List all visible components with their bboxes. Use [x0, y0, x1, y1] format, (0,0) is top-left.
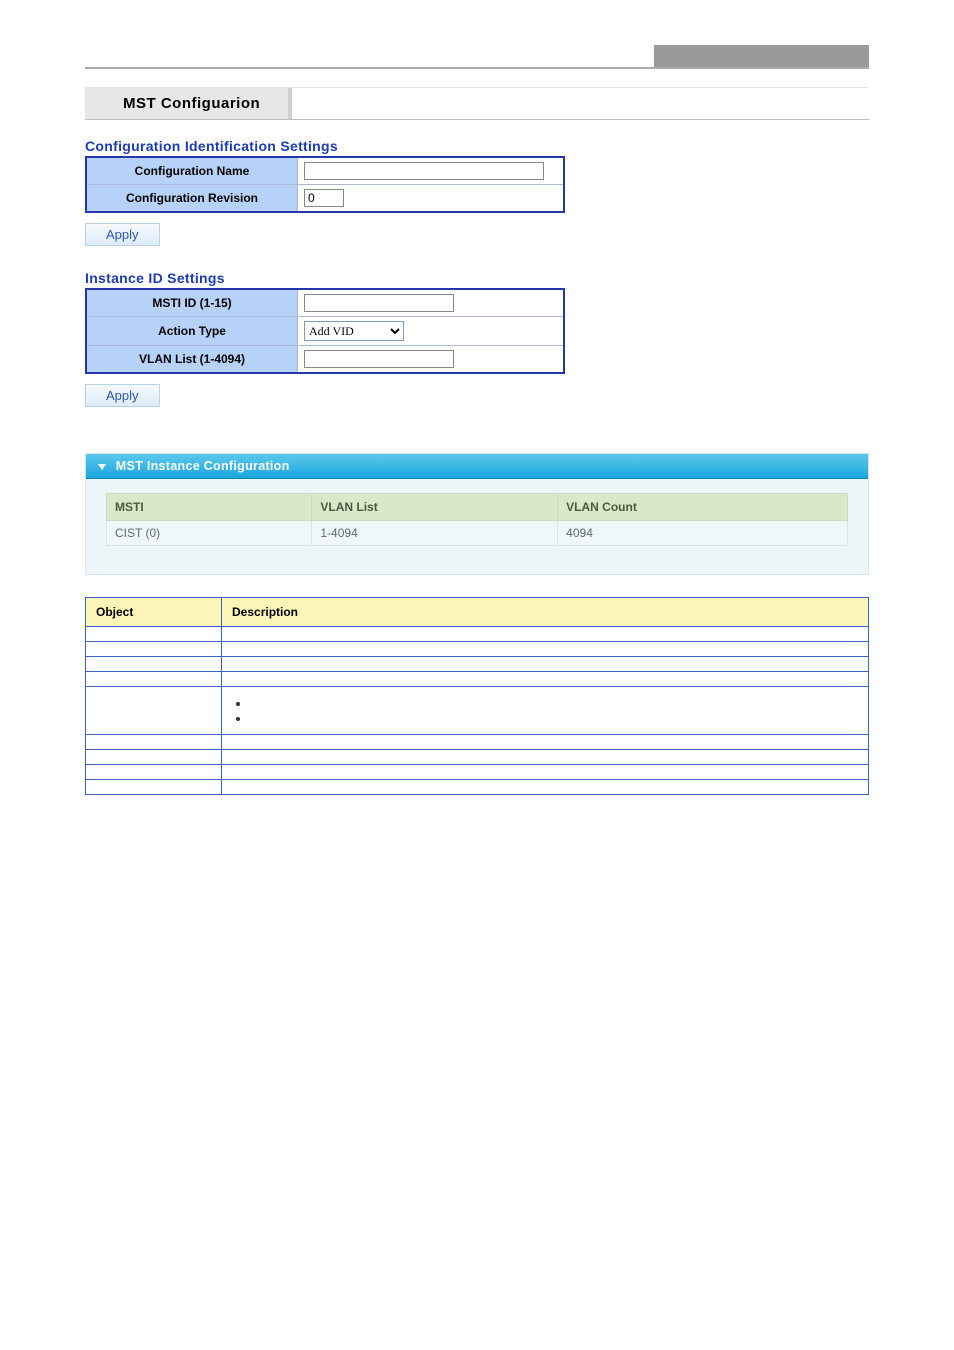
desc-text	[222, 750, 869, 765]
table-row	[86, 780, 869, 795]
apply-button[interactable]: Apply	[85, 384, 160, 407]
cell-vlan-list: 1-4094	[312, 521, 558, 546]
desc-text	[222, 687, 869, 735]
desc-text	[222, 657, 869, 672]
table-row	[86, 657, 869, 672]
mst-instance-panel: MST Instance Configuration MSTI VLAN Lis…	[85, 453, 869, 575]
table-row	[86, 750, 869, 765]
desc-text	[222, 735, 869, 750]
config-revision-label: Configuration Revision	[86, 185, 298, 213]
msti-id-label: MSTI ID (1-15)	[86, 289, 298, 317]
action-type-select[interactable]: Add VID	[304, 321, 404, 341]
page-title-bar: MST Configuarion	[85, 87, 869, 120]
panel-title: MST Instance Configuration	[116, 459, 290, 473]
bullet-item	[250, 696, 858, 710]
desc-text	[222, 672, 869, 687]
config-name-input[interactable]	[304, 162, 544, 180]
cell-msti: CIST (0)	[107, 521, 312, 546]
page-title: MST Configuarion	[85, 88, 292, 119]
desc-obj	[86, 750, 222, 765]
description-table: Object Description	[85, 597, 869, 795]
desc-obj	[86, 627, 222, 642]
table-row	[86, 735, 869, 750]
desc-text	[222, 780, 869, 795]
config-id-table: Configuration Name Configuration Revisio…	[85, 156, 565, 213]
desc-text	[222, 642, 869, 657]
desc-obj	[86, 672, 222, 687]
chevron-down-icon	[98, 464, 106, 470]
table-row	[86, 627, 869, 642]
table-row: CIST (0) 1-4094 4094	[107, 521, 848, 546]
config-revision-input[interactable]	[304, 189, 344, 207]
table-row	[86, 765, 869, 780]
instance-id-table: MSTI ID (1-15) Action Type Add VID VLAN …	[85, 288, 565, 374]
table-row	[86, 672, 869, 687]
mst-instance-table: MSTI VLAN List VLAN Count CIST (0) 1-409…	[106, 493, 848, 546]
vlan-list-input[interactable]	[304, 350, 454, 368]
table-row	[86, 687, 869, 735]
header-brand	[654, 45, 869, 67]
desc-obj	[86, 735, 222, 750]
section-instance-title: Instance ID Settings	[85, 270, 869, 286]
cell-vlan-count: 4094	[558, 521, 848, 546]
desc-obj	[86, 765, 222, 780]
desc-header-description: Description	[222, 598, 869, 627]
section-config-id-title: Configuration Identification Settings	[85, 138, 869, 154]
desc-header-object: Object	[86, 598, 222, 627]
desc-text	[222, 765, 869, 780]
desc-obj	[86, 780, 222, 795]
msti-id-input[interactable]	[304, 294, 454, 312]
desc-obj	[86, 642, 222, 657]
bullet-item	[250, 711, 858, 725]
col-msti: MSTI	[107, 494, 312, 521]
action-type-label: Action Type	[86, 317, 298, 346]
table-row	[86, 642, 869, 657]
config-name-label: Configuration Name	[86, 157, 298, 185]
apply-button[interactable]: Apply	[85, 223, 160, 246]
panel-header[interactable]: MST Instance Configuration	[86, 454, 868, 479]
desc-text	[222, 627, 869, 642]
desc-obj	[86, 687, 222, 735]
col-vlan-list: VLAN List	[312, 494, 558, 521]
vlan-list-label: VLAN List (1-4094)	[86, 346, 298, 374]
col-vlan-count: VLAN Count	[558, 494, 848, 521]
desc-obj	[86, 657, 222, 672]
